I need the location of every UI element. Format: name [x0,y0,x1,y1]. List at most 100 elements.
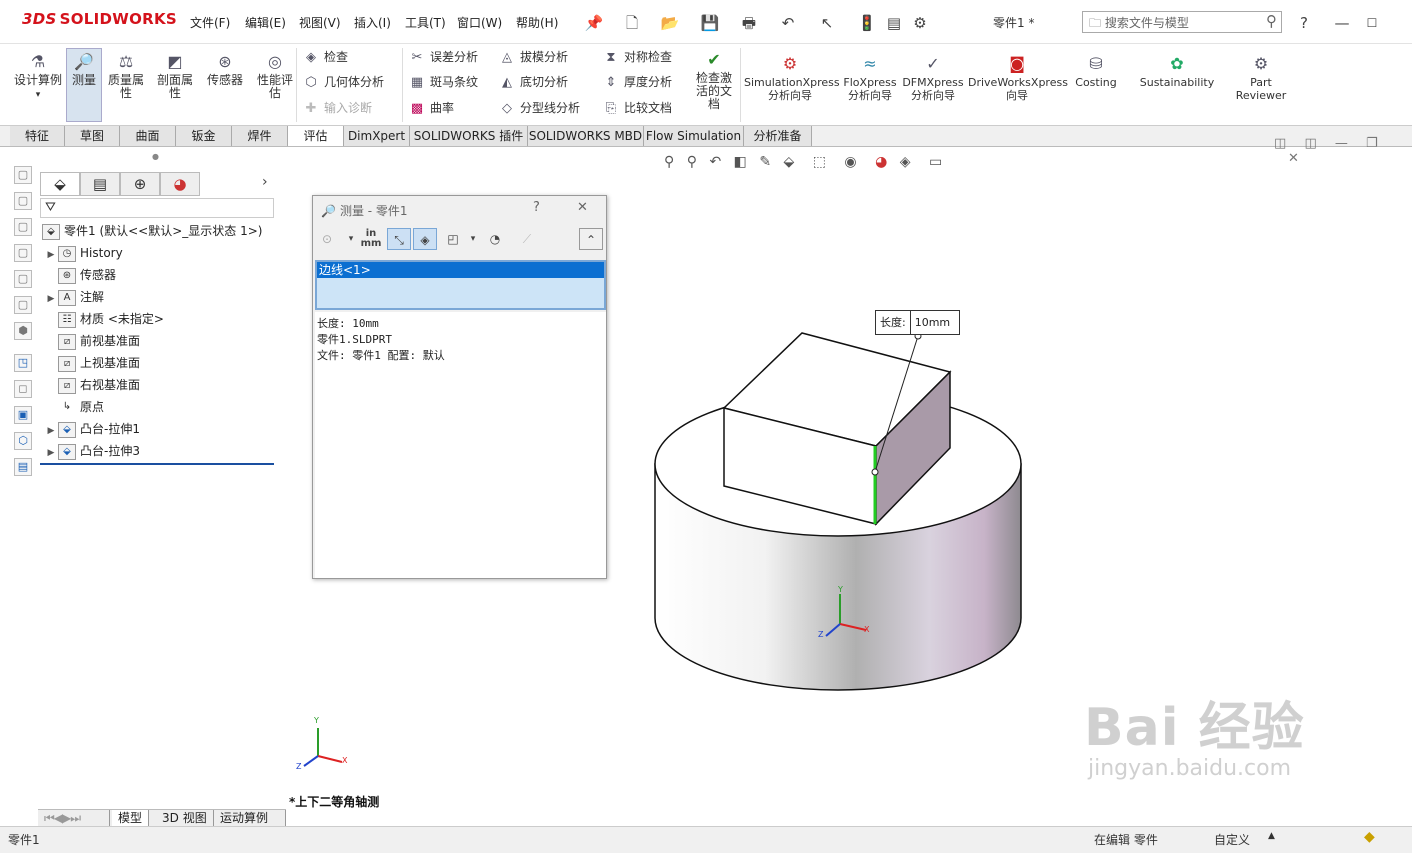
curvature-button[interactable]: ▩ 曲率 [408,98,454,118]
expand-arrow-icon[interactable]: ▶ [44,443,58,463]
configurationmanager-tab-icon[interactable]: ⊕ [120,172,160,196]
mass-properties-button[interactable]: ⚖ 质量属性 [104,52,148,100]
parting-line-analysis-button[interactable]: ◇ 分型线分析 [498,98,580,118]
measure-callout[interactable]: 长度: 10mm [875,310,960,335]
rebuild-status-icon[interactable]: ◆ [1364,829,1375,845]
chevron-right-icon[interactable]: › [262,174,268,190]
dynamic-annotation-icon[interactable]: ✎ [759,154,771,170]
minimize-icon[interactable]: — [1335,136,1348,151]
tile-left-icon[interactable]: ◫ [1274,136,1286,151]
dialog-close-button[interactable]: ✕ [577,200,588,215]
tab-solidworks-mbd[interactable]: SOLIDWORKS MBD [528,126,644,146]
floxpress-button[interactable]: ≈ FloXpress 分析向导 [842,54,898,102]
create-sensor-icon[interactable]: ⟋ [515,228,539,250]
zebra-stripes-button[interactable]: ▦ 斑马条纹 [408,72,478,92]
deviation-analysis-button[interactable]: ✂ 误差分析 [408,47,478,67]
panel-grip-icon[interactable]: ● [152,152,159,161]
file-properties-icon[interactable]: ▤ [882,12,906,34]
tree-item-history[interactable]: ▶ ◷ History [44,243,123,263]
undo-icon[interactable]: ↶ [776,12,800,34]
view-cube-icon[interactable]: ▢ [14,218,32,236]
check-active-document-button[interactable]: ✔ 检查激活的文档 [692,50,736,111]
pin-icon[interactable]: 📌 [582,12,606,34]
isometric-icon[interactable]: ⬡ [14,432,32,450]
view-cube-icon[interactable]: ▢ [14,296,32,314]
solidworks-logo[interactable]: 3DS SOLIDWORKS [22,10,177,28]
restore-icon[interactable]: ❐ [1366,136,1378,151]
collapse-dialog-icon[interactable]: ⌃ [579,228,603,250]
costing-button[interactable]: ⛁ Costing [1070,54,1122,89]
dialog-help-button[interactable]: ? [533,200,540,215]
menu-view[interactable]: 视图(V) [299,14,341,31]
tile-right-icon[interactable]: ◫ [1304,136,1316,151]
display-style-icon[interactable]: ▤ [14,458,32,476]
symmetry-check-button[interactable]: ⧗ 对称检查 [602,47,672,67]
measure-button[interactable]: 🔎 测量 [66,52,102,87]
sensor-button[interactable]: ⊛ 传感器 [202,52,248,87]
design-study-button[interactable]: ⚗ 设计算例 ▾ [14,52,62,102]
tree-item-sensors[interactable]: ⊛ 传感器 [44,265,116,285]
simulationxpress-button[interactable]: ⚙ SimulationXpress 分析向导 [744,54,840,102]
rebuild-icon[interactable]: 🚦 [855,12,879,34]
tab-motion-study[interactable]: 运动算例 1 [214,810,286,841]
tree-item-boss-extrude1[interactable]: ▶ ⬙ 凸台-拉伸1 [44,419,140,439]
select-pointer-icon[interactable]: ↖ [815,12,839,34]
featuremanager-tab-icon[interactable]: ⬙ [40,172,80,196]
view-cube-icon[interactable]: ▢ [14,166,32,184]
tab-sketch[interactable]: 草图 [65,126,120,146]
geometry-analysis-button[interactable]: ⬡ 几何体分析 [302,72,384,92]
save-icon[interactable]: 💾 [698,12,722,34]
undercut-analysis-button[interactable]: ◭ 底切分析 [498,72,568,92]
tab-analysis-preparation[interactable]: 分析准备 [744,126,812,146]
show-xyz-measurements-icon[interactable]: ⤡ [387,228,411,250]
sustainability-button[interactable]: ✿ Sustainability [1136,54,1218,89]
tree-filter[interactable]: ⛛ [40,198,274,218]
tab-surfaces[interactable]: 曲面 [120,126,176,146]
open-folder-icon[interactable]: 📂 [658,12,682,34]
tab-evaluate[interactable]: 评估 [288,126,344,146]
measure-history-icon[interactable]: ◔ [483,228,507,250]
point-to-point-icon[interactable]: ◈ [413,228,437,250]
view-orientation-icon[interactable]: ⬙ [784,154,795,170]
expand-arrow-icon[interactable]: ▶ [44,245,58,265]
thickness-analysis-button[interactable]: ⇕ 厚度分析 [602,72,672,92]
zoom-to-fit-icon[interactable]: ⚲ [664,154,674,170]
sketch-plane-icon[interactable]: ◻ [14,380,32,398]
edit-appearance-icon[interactable]: ◕ [875,154,887,170]
selected-edge-entry[interactable]: 边线<1> [317,262,604,278]
draft-analysis-button[interactable]: ◬ 拔模分析 [498,47,568,67]
expand-arrow-icon[interactable]: ▶ [44,289,58,309]
menu-window[interactable]: 窗口(W) [457,14,502,31]
units-precision-button[interactable]: in mm [359,228,383,250]
chevron-down-icon[interactable]: ▾ [461,228,485,250]
menu-file[interactable]: 文件(F) [190,14,230,31]
tab-scroll-arrows-icon[interactable]: ⏮◀▶⏭ [38,810,110,826]
expand-arrow-icon[interactable]: ▶ [44,421,58,441]
tree-item-right-plane[interactable]: ⧄ 右视基准面 [44,375,140,395]
driveworksxpress-button[interactable]: ◙ DriveWorksXpress 向导 [968,54,1068,102]
close-icon[interactable]: ✕ [1288,151,1299,166]
tab-model[interactable]: 模型 [112,810,150,826]
part-reviewer-button[interactable]: ⚙ Part Reviewer [1230,54,1292,102]
tab-weldments[interactable]: 焊件 [232,126,288,146]
search-icon[interactable]: ⚲ [1266,12,1277,30]
section-view-icon[interactable]: ◧ [734,154,747,170]
normal-to-icon[interactable]: ◳ [14,354,32,372]
display-style-icon[interactable]: ⬚ [813,154,826,170]
displaymanager-tab-icon[interactable]: ◕ [160,172,200,196]
new-document-icon[interactable]: 🗋 [620,12,644,34]
compare-documents-button[interactable]: ⎘ 比较文档 [602,98,672,118]
arc-circle-measure-icon[interactable]: ⊙ [315,228,339,250]
chevron-up-icon[interactable]: ▲ [1268,831,1275,841]
menu-help[interactable]: 帮助(H) [516,14,558,31]
performance-evaluation-button[interactable]: ◎ 性能评估 [252,52,298,100]
selection-list[interactable]: 边线<1> [315,260,606,310]
minimize-icon[interactable]: — [1330,12,1354,34]
import-diagnostics-button[interactable]: ✚ 输入诊断 [302,98,372,118]
previous-view-icon[interactable]: ↶ [709,154,721,170]
view-cube-icon[interactable]: ▢ [14,270,32,288]
view-cube-icon[interactable]: ▢ [14,192,32,210]
hide-show-icon[interactable]: ◉ [844,154,856,170]
menu-edit[interactable]: 编辑(E) [245,14,286,31]
tab-3d-views[interactable]: 3D 视图 [156,810,214,826]
